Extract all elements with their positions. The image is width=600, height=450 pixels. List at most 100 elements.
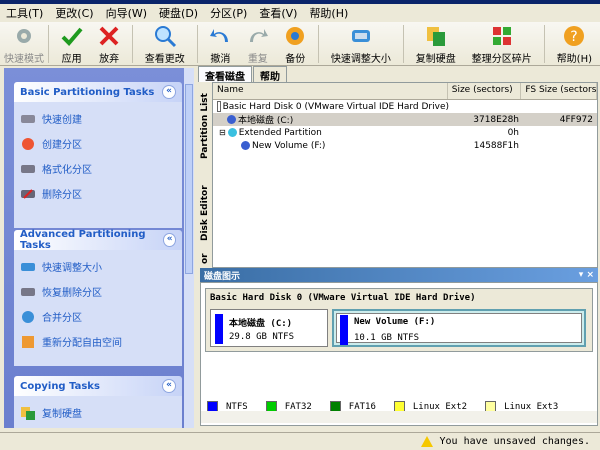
help-button[interactable]: ? 帮助(H) (549, 22, 600, 66)
status-text: You have unsaved changes. (439, 436, 590, 447)
quick-resize-button[interactable]: 快速调整大小 (323, 22, 399, 66)
side-tabs: Partition List Disk Editor or (198, 82, 213, 268)
basic-tasks-header[interactable]: Basic Partitioning Tasks « (14, 82, 182, 102)
status-bar: You have unsaved changes. (0, 432, 600, 450)
gear-icon (17, 29, 31, 43)
task-redistribute-space[interactable]: 重新分配自由空间 (20, 329, 176, 354)
menu-partition[interactable]: 分区(P) (210, 5, 247, 21)
task-undelete-partition[interactable]: 恢复删除分区 (20, 279, 176, 304)
copy-disk-button[interactable]: 复制硬盘 (408, 22, 464, 66)
table-row[interactable]: New Volume (F:) 14588F1h (213, 139, 597, 152)
svg-text:?: ? (571, 29, 578, 45)
basic-tasks-list: 快速创建 创建分区 格式化分区 删除分区 (14, 102, 182, 228)
disk-map-header: 磁盘图示 ▾ × (200, 268, 598, 282)
magnifier-icon (154, 26, 176, 48)
toolbar: 快速模式 应用 放弃 查看更改 撤消 重复 备份 快速调整大小 复制硬盘 整理分… (0, 22, 600, 66)
table-row[interactable]: 本地磁盘 (C:) 3718E28h 4FF972 (213, 113, 597, 126)
partition-f[interactable]: New Volume (F:) 10.1 GB NTFS (332, 309, 586, 347)
top-tabs: 查看磁盘 帮助 (198, 66, 288, 83)
legend-scrollbar[interactable] (201, 411, 597, 423)
format-icon (21, 164, 35, 173)
undo-button[interactable]: 撤消 (202, 22, 239, 66)
column-fs-size[interactable]: FS Size (sectors (521, 83, 597, 99)
copy-disk-icon (21, 406, 35, 420)
task-panel-scrollbar[interactable] (184, 68, 194, 428)
task-quick-create[interactable]: 快速创建 (20, 106, 176, 131)
resize-icon (21, 262, 35, 271)
partition-c[interactable]: 本地磁盘 (C:) 29.8 GB NTFS (210, 309, 328, 347)
menu-bar: 工具(T) 更改(C) 向导(W) 硬盘(D) 分区(P) 查看(V) 帮助(H… (0, 4, 600, 22)
copying-tasks-header[interactable]: Copying Tasks « (14, 376, 182, 396)
menu-wizard[interactable]: 向导(W) (106, 5, 147, 21)
copying-tasks-group: Copying Tasks « 复制硬盘 (14, 376, 182, 428)
advanced-tasks-list: 快速调整大小 恢复删除分区 合并分区 重新分配自由空间 (14, 250, 182, 366)
create-partition-icon (22, 137, 34, 150)
delete-icon (21, 188, 35, 199)
partition-table: Name Size (sectors) FS Size (sectors Bas… (212, 82, 598, 268)
discard-button[interactable]: 放弃 (90, 22, 127, 66)
disk-icon (21, 114, 35, 123)
fast-mode-button[interactable]: 快速模式 (4, 22, 44, 66)
menu-disk[interactable]: 硬盘(D) (159, 5, 198, 21)
vtab-disk-editor[interactable]: Disk Editor (198, 182, 212, 244)
view-changes-button[interactable]: 查看更改 (137, 22, 193, 66)
basic-tasks-group: Basic Partitioning Tasks « 快速创建 创建分区 格式化… (14, 82, 182, 228)
column-size[interactable]: Size (sectors) (448, 83, 522, 99)
disk-0-box[interactable]: Basic Hard Disk 0 (VMware Virtual IDE Ha… (205, 288, 593, 352)
task-panel: Basic Partitioning Tasks « 快速创建 创建分区 格式化… (4, 68, 194, 428)
collapse-tree-icon[interactable]: ⊟ (219, 128, 226, 137)
advanced-tasks-group: Advanced Partitioning Tasks « 快速调整大小 恢复删… (14, 229, 182, 366)
toolbar-separator (402, 25, 404, 63)
undelete-icon (21, 287, 35, 296)
redistribute-icon (22, 335, 34, 348)
task-delete-partition[interactable]: 删除分区 (20, 181, 176, 206)
x-icon (99, 26, 119, 46)
ntfs-color-bar (215, 314, 223, 344)
defrag-button[interactable]: 整理分区碎片 (464, 22, 540, 66)
task-format-partition[interactable]: 格式化分区 (20, 156, 176, 181)
copy-disk-icon (426, 27, 445, 46)
menu-changes[interactable]: 更改(C) (55, 5, 93, 21)
defrag-icon (492, 27, 511, 45)
task-merge-partitions[interactable]: 合并分区 (20, 304, 176, 329)
resize-disk-icon (351, 30, 370, 42)
ntfs-color-bar (340, 315, 348, 345)
toolbar-separator (131, 25, 133, 63)
collapse-icon[interactable]: « (162, 85, 176, 99)
menu-help[interactable]: 帮助(H) (309, 5, 348, 21)
vtab-partition-list[interactable]: Partition List (198, 90, 212, 162)
redo-button[interactable]: 重复 (239, 22, 276, 66)
advanced-tasks-header[interactable]: Advanced Partitioning Tasks « (14, 229, 182, 251)
partition-icon (227, 115, 236, 124)
menu-view[interactable]: 查看(V) (259, 5, 297, 21)
backup-icon (286, 27, 305, 45)
table-row[interactable]: Basic Hard Disk 0 (VMware Virtual IDE Ha… (213, 100, 597, 113)
task-quick-resize[interactable]: 快速调整大小 (20, 254, 176, 279)
redo-arrow-icon (249, 29, 268, 42)
disk-title: Basic Hard Disk 0 (VMware Virtual IDE Ha… (210, 293, 476, 303)
disk-map: Basic Hard Disk 0 (VMware Virtual IDE Ha… (200, 282, 598, 426)
task-copy-disk[interactable]: 复制硬盘 (20, 400, 176, 425)
column-name[interactable]: Name (213, 83, 448, 99)
scrollbar-thumb[interactable] (185, 84, 193, 274)
checkmark-icon (61, 27, 83, 46)
table-row[interactable]: ⊟ Extended Partition 0h (213, 126, 597, 139)
collapse-icon[interactable]: « (162, 379, 176, 393)
task-create-partition[interactable]: 创建分区 (20, 131, 176, 156)
table-header: Name Size (sectors) FS Size (sectors (213, 83, 597, 100)
undo-arrow-icon (210, 29, 229, 42)
warning-icon (421, 436, 434, 447)
apply-button[interactable]: 应用 (53, 22, 90, 66)
extended-partition-icon (227, 128, 237, 137)
toolbar-separator (318, 25, 319, 63)
vtab-other[interactable]: or (198, 252, 212, 266)
disk-icon (217, 101, 221, 112)
copying-tasks-list: 复制硬盘 (14, 396, 182, 428)
menu-tools[interactable]: 工具(T) (6, 5, 43, 21)
tab-view-disk[interactable]: 查看磁盘 (198, 66, 252, 83)
backup-button[interactable]: 备份 (277, 22, 314, 66)
tab-help[interactable]: 帮助 (253, 66, 287, 83)
collapse-icon[interactable]: « (163, 233, 176, 247)
panel-controls[interactable]: ▾ × (579, 270, 594, 280)
toolbar-separator (48, 25, 49, 63)
